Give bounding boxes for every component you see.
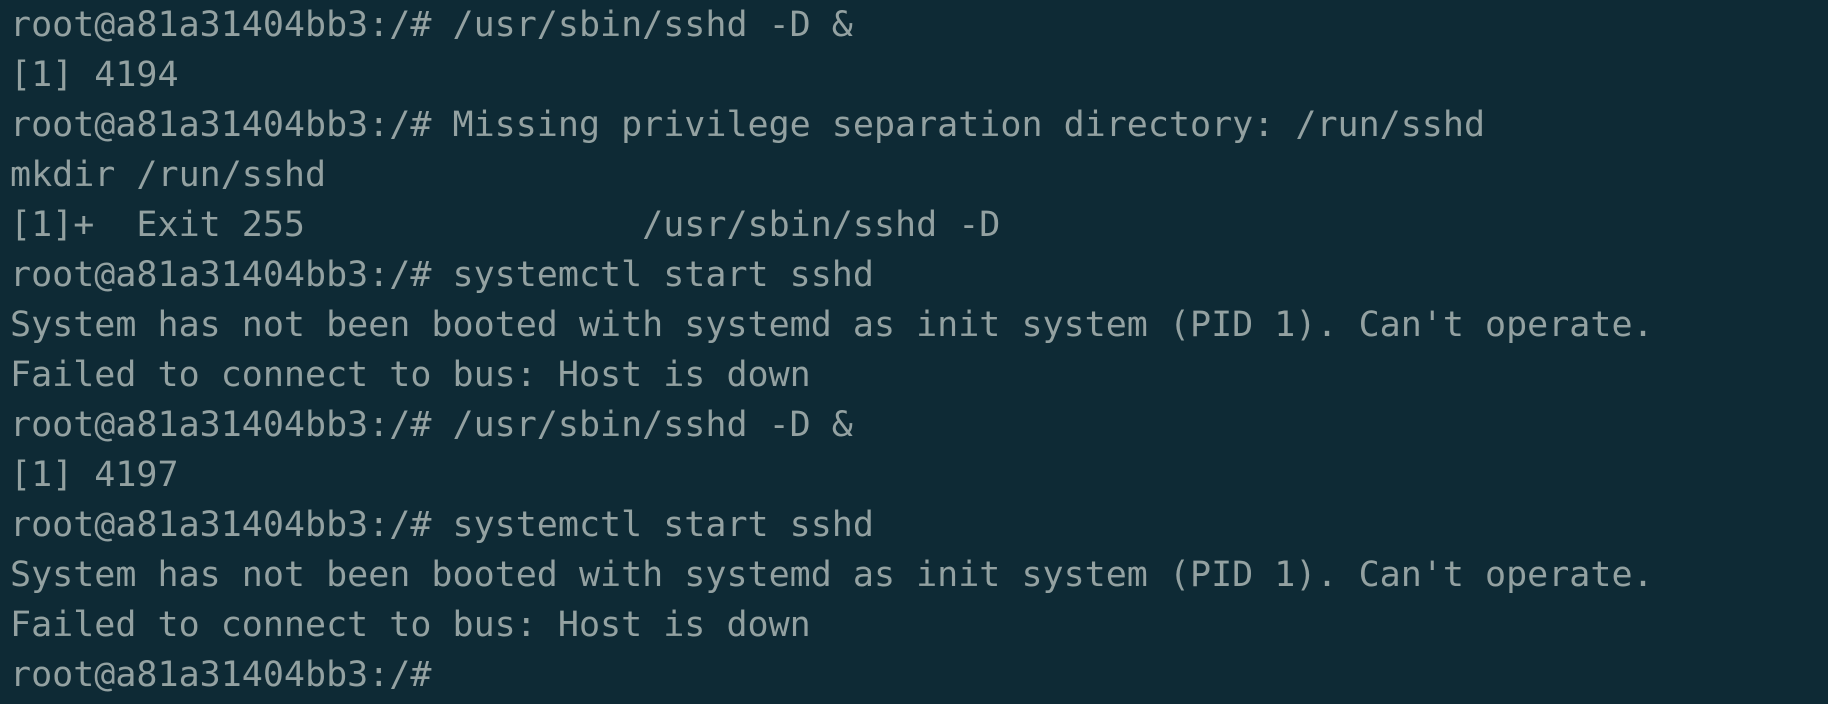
- terminal-prompt-line[interactable]: root@a81a31404bb3:/#: [10, 650, 1828, 700]
- terminal-line: root@a81a31404bb3:/# Missing privilege s…: [10, 105, 1486, 145]
- terminal-line: root@a81a31404bb3:/# systemctl start ssh…: [10, 505, 874, 545]
- terminal-line: System has not been booted with systemd …: [10, 555, 1654, 595]
- terminal-window[interactable]: root@a81a31404bb3:/# /usr/sbin/sshd -D &…: [0, 0, 1828, 704]
- terminal-line: root@a81a31404bb3:/# systemctl start ssh…: [10, 255, 874, 295]
- terminal-line: System has not been booted with systemd …: [10, 305, 1654, 345]
- terminal-line: root@a81a31404bb3:/# /usr/sbin/sshd -D &: [10, 5, 853, 45]
- terminal-line: mkdir /run/sshd: [10, 155, 327, 195]
- terminal-line: [1]+ Exit 255 /usr/sbin/sshd -D: [10, 205, 1001, 245]
- terminal-line: [1] 4197: [10, 455, 179, 495]
- terminal-line: [1] 4194: [10, 55, 179, 95]
- terminal-line: root@a81a31404bb3:/# /usr/sbin/sshd -D &: [10, 405, 853, 445]
- terminal-line: Failed to connect to bus: Host is down: [10, 355, 811, 395]
- terminal-line: Failed to connect to bus: Host is down: [10, 605, 811, 645]
